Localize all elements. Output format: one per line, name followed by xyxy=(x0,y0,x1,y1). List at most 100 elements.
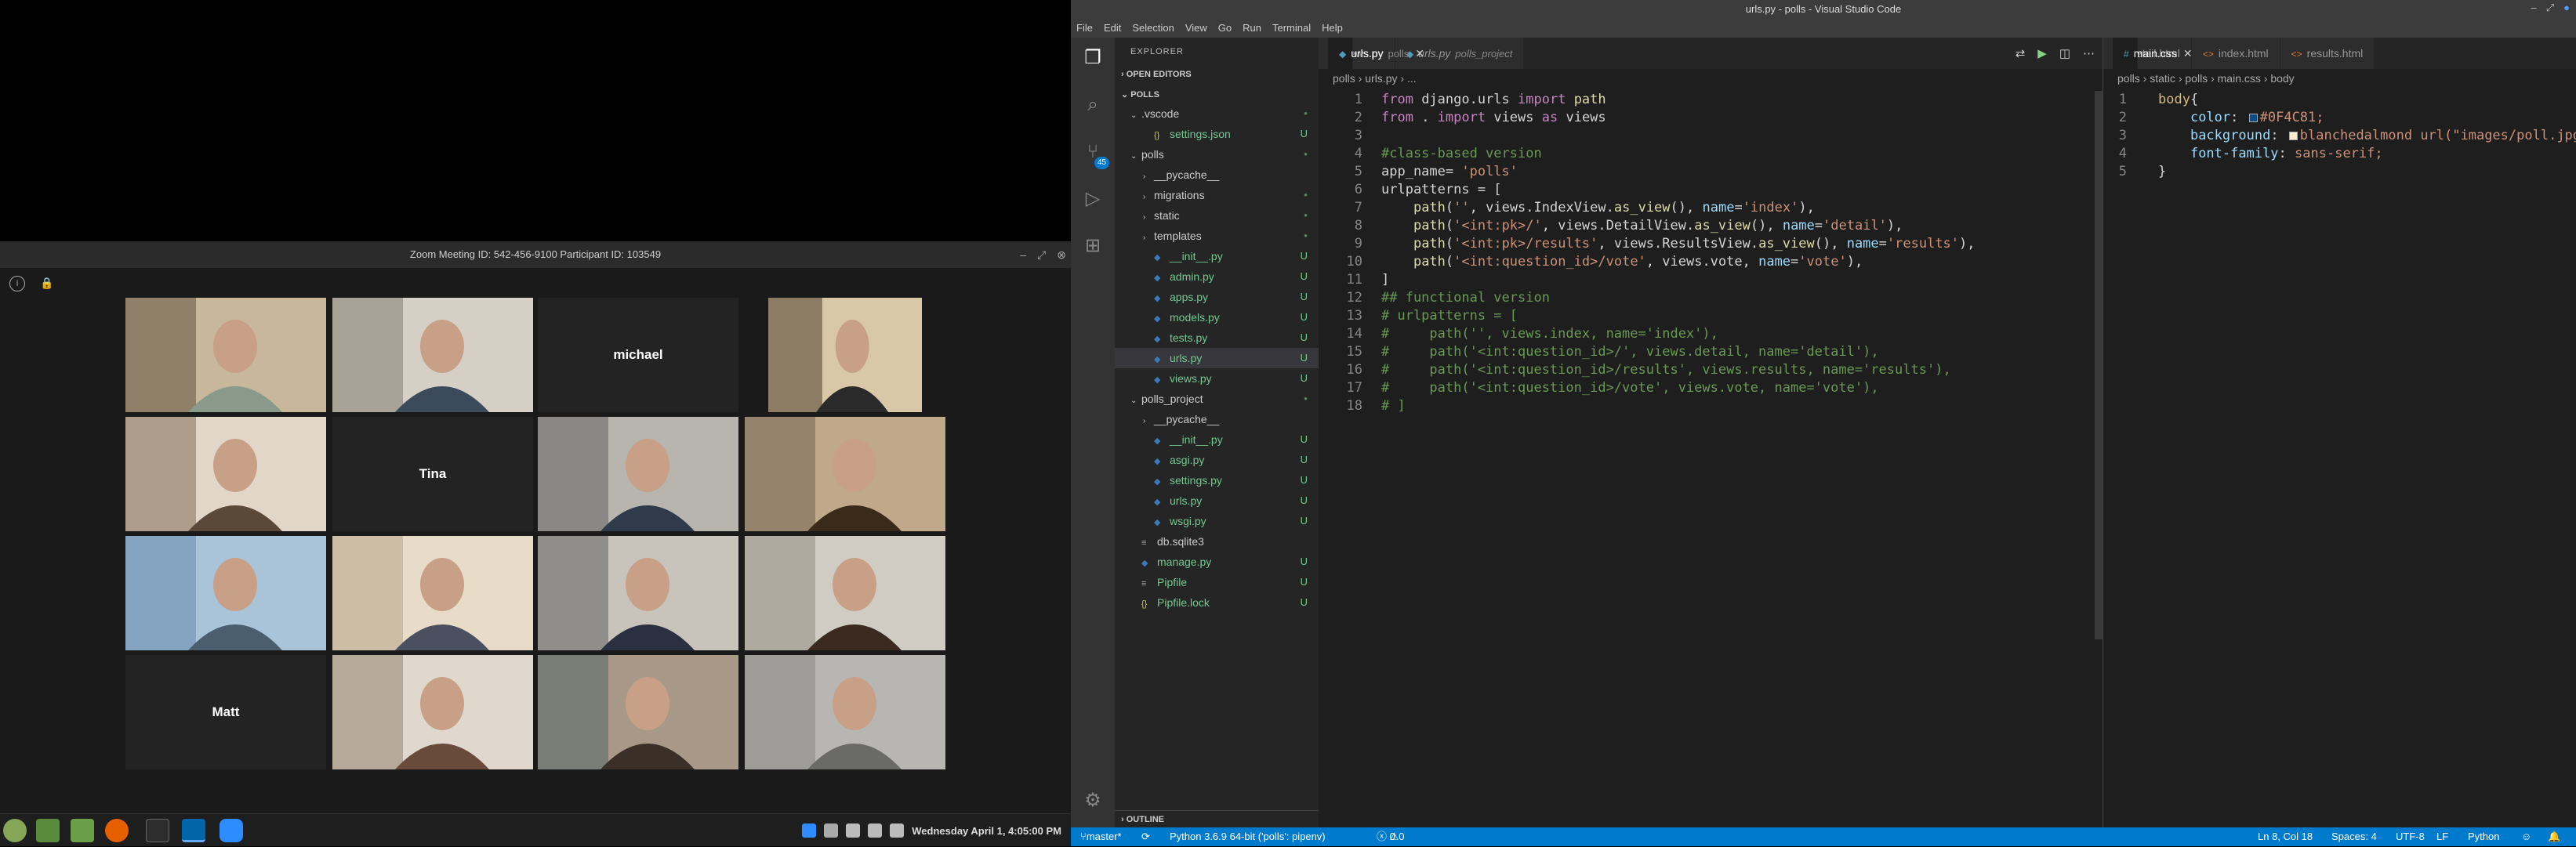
file-item[interactable]: ◆ settings.py U xyxy=(1115,470,1319,490)
clock[interactable]: Wednesday April 1, 4:05:00 PM xyxy=(912,825,1061,837)
scrollbar[interactable] xyxy=(2095,91,2103,639)
menu-go[interactable]: Go xyxy=(1213,19,1237,38)
breadcrumb-item[interactable]: body xyxy=(2270,72,2294,85)
breadcrumb-item[interactable]: ... xyxy=(1407,72,1417,85)
code-line[interactable]: 4 #class-based version xyxy=(1319,145,2103,163)
menu-view[interactable]: View xyxy=(1180,19,1213,38)
vscode-icon[interactable] xyxy=(182,819,205,842)
participant-tile[interactable] xyxy=(332,655,533,769)
file-item[interactable]: ◆ models.py U xyxy=(1115,307,1319,328)
code-area[interactable]: 1 from django.urls import path 2 from . imp… xyxy=(1319,91,2103,415)
outline-section[interactable]: › OUTLINE xyxy=(1115,810,1319,827)
battery-icon[interactable] xyxy=(890,823,905,838)
feedback-icon[interactable]: ☺ xyxy=(2521,827,2531,846)
editor-tab[interactable]: # main.css ✕ xyxy=(2113,38,2193,69)
interpreter[interactable]: Python 3.6.9 64-bit ('polls': pipenv) xyxy=(1170,827,1326,846)
menu-run[interactable]: Run xyxy=(1237,19,1267,38)
branch-indicator[interactable]: ⑂ master* xyxy=(1080,827,1122,846)
encoding[interactable]: UTF-8 xyxy=(2396,827,2425,846)
maximize-icon[interactable]: ⤢ xyxy=(2546,2,2554,14)
file-item[interactable]: ◆ __init__.py U xyxy=(1115,429,1319,450)
lock-icon[interactable]: 🔒 xyxy=(39,276,55,291)
participant-tile[interactable] xyxy=(768,298,922,412)
file-item[interactable]: {} Pipfile.lock U xyxy=(1115,592,1319,613)
close-icon[interactable]: ⊗ xyxy=(1057,241,1066,268)
close-tab-icon[interactable]: ✕ xyxy=(1415,47,1424,60)
bell-icon[interactable]: 🔔 xyxy=(2548,827,2560,846)
folder-item[interactable]: › static ● xyxy=(1115,205,1319,226)
file-item[interactable]: ◆ apps.py U xyxy=(1115,287,1319,307)
code-line[interactable]: 7 path('', views.IndexView.as_view(), na… xyxy=(1319,199,2103,217)
indentation[interactable]: Spaces: 4 xyxy=(2331,827,2377,846)
code-line[interactable]: 8 path('<int:pk>/', views.DetailView.as_… xyxy=(1319,217,2103,235)
code-line[interactable]: 17 # path('<int:question_id>/vote', views… xyxy=(1319,379,2103,397)
compare-icon[interactable]: ⇄ xyxy=(2015,46,2026,60)
info-icon[interactable]: i xyxy=(9,276,25,291)
menu-selection[interactable]: Selection xyxy=(1127,19,1179,38)
participant-tile[interactable] xyxy=(745,655,945,769)
folder-item[interactable]: ⌄ polls_project ● xyxy=(1115,389,1319,409)
code-line[interactable]: 9 path('<int:pk>/results', views.Results… xyxy=(1319,235,2103,253)
folder-item[interactable]: › templates ● xyxy=(1115,226,1319,246)
cursor-position[interactable]: Ln 8, Col 18 xyxy=(2258,827,2313,846)
file-item[interactable]: ≡ db.sqlite3 xyxy=(1115,531,1319,552)
folder-item[interactable]: › __pycache__ xyxy=(1115,409,1319,429)
project-section[interactable]: ⌄ POLLS xyxy=(1115,86,1319,103)
zoom-icon[interactable] xyxy=(220,819,243,842)
file-item[interactable]: ◆ tests.py U xyxy=(1115,328,1319,348)
code-line[interactable]: 11] xyxy=(1319,271,2103,289)
participant-tile[interactable]: michael xyxy=(538,298,738,412)
folder-icon[interactable] xyxy=(71,819,94,842)
files-icon[interactable] xyxy=(36,819,60,842)
editor-tab[interactable]: ◆ urls.py polls ✕ xyxy=(1328,38,1424,69)
code-line[interactable]: 2 from . import views as views xyxy=(1319,109,2103,127)
code-line[interactable]: 1 from django.urls import path xyxy=(1319,91,2103,109)
code-line[interactable]: 1 body{ xyxy=(2103,91,2576,109)
breadcrumb-item[interactable]: polls xyxy=(2117,72,2140,85)
participant-tile[interactable] xyxy=(125,536,326,650)
firefox-icon[interactable] xyxy=(105,819,129,842)
participant-tile[interactable] xyxy=(332,536,533,650)
code-line[interactable]: 6 urlpatterns = [ xyxy=(1319,181,2103,199)
code-line[interactable]: 5} xyxy=(2103,163,2576,181)
participant-tile[interactable] xyxy=(332,298,533,412)
explorer-icon[interactable]: ❐ xyxy=(1080,45,1105,71)
menu-file[interactable]: File xyxy=(1071,19,1098,38)
code-line[interactable]: 18 # ] xyxy=(1319,397,2103,415)
minimize-icon[interactable]: – xyxy=(2531,2,2537,14)
network-icon[interactable] xyxy=(846,823,861,838)
participant-tile[interactable] xyxy=(538,655,738,769)
close-icon[interactable]: ● xyxy=(2563,2,2570,14)
terminal-icon[interactable] xyxy=(146,819,169,842)
vscode-title-bar[interactable]: urls.py - polls - Visual Studio Code – ⤢… xyxy=(1071,0,2576,19)
zoom-tray-icon[interactable] xyxy=(802,823,817,838)
menu-terminal[interactable]: Terminal xyxy=(1267,19,1316,38)
file-item[interactable]: ◆ views.py U xyxy=(1115,368,1319,389)
code-line[interactable]: 3 xyxy=(1319,127,2103,145)
color-swatch[interactable] xyxy=(2288,132,2298,140)
breadcrumb-item[interactable]: static xyxy=(2150,72,2175,85)
shield-icon[interactable] xyxy=(824,823,839,838)
folder-item[interactable]: › __pycache__ xyxy=(1115,165,1319,185)
code-line[interactable]: 4 font-family: sans-serif; xyxy=(2103,145,2576,163)
file-item[interactable]: ◆ manage.py U xyxy=(1115,552,1319,572)
code-line[interactable]: 16 # path('<int:question_id>/results', vi… xyxy=(1319,361,2103,379)
maximize-icon[interactable]: ⤢ xyxy=(1037,241,1046,268)
folder-item[interactable]: ⌄ polls ● xyxy=(1115,144,1319,165)
code-line[interactable]: 13 # urlpatterns = [ xyxy=(1319,307,2103,325)
extensions-icon[interactable]: ⊞ xyxy=(1080,233,1105,259)
split-editor-icon[interactable]: ◫ xyxy=(2059,46,2070,60)
code-line[interactable]: 15 # path('<int:question_id>/', views.det… xyxy=(1319,343,2103,361)
run-debug-icon[interactable]: ▷ xyxy=(1080,186,1105,212)
problems-indicator[interactable]: ⓧ 0 ⚠ 0 xyxy=(1377,827,1405,846)
participant-tile[interactable] xyxy=(745,417,945,531)
folder-item[interactable]: › migrations ● xyxy=(1115,185,1319,205)
file-item[interactable]: ≡ Pipfile U xyxy=(1115,572,1319,592)
eol[interactable]: LF xyxy=(2436,827,2448,846)
breadcrumb-item[interactable]: main.css xyxy=(2218,72,2261,85)
code-line[interactable]: 14 # path('', views.index, name='index'), xyxy=(1319,325,2103,343)
participant-tile[interactable] xyxy=(125,417,326,531)
file-item[interactable]: ◆ urls.py U xyxy=(1115,490,1319,511)
editor-tab[interactable]: <> index.html xyxy=(2191,38,2280,69)
participant-tile[interactable] xyxy=(538,536,738,650)
